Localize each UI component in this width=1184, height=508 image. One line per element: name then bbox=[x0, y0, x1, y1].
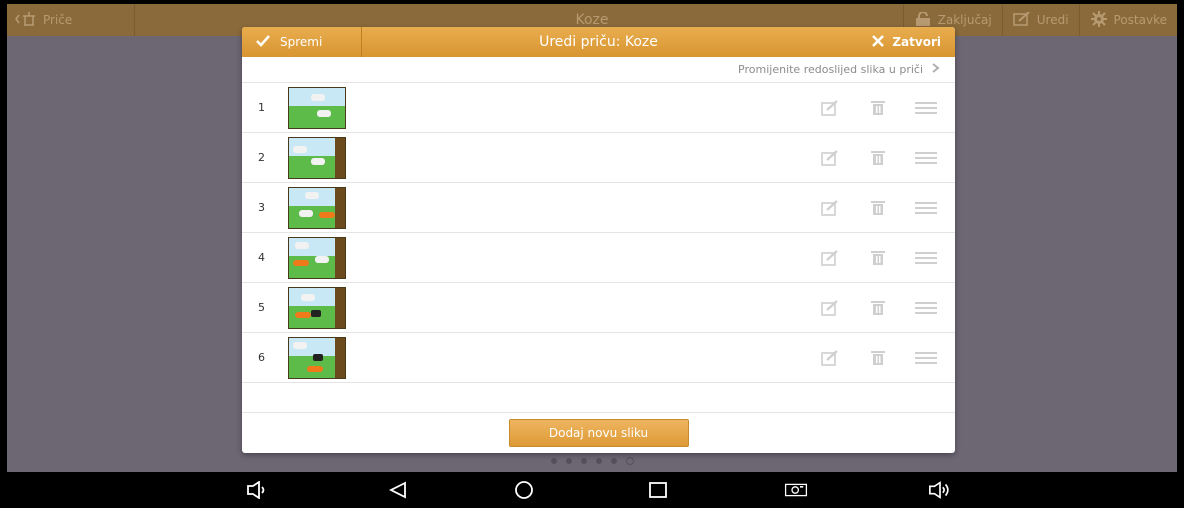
edit-button[interactable]: Uredi bbox=[1001, 4, 1079, 36]
image-number: 5 bbox=[258, 301, 265, 314]
trash-icon[interactable] bbox=[865, 150, 891, 166]
image-number: 2 bbox=[258, 151, 265, 164]
image-thumbnail[interactable] bbox=[288, 286, 346, 329]
image-list: 1 2 3 4 5 6 bbox=[242, 83, 955, 383]
save-button[interactable]: Spremi bbox=[242, 27, 362, 57]
list-spacer bbox=[242, 383, 955, 413]
trash-icon[interactable] bbox=[865, 200, 891, 216]
page-dot bbox=[580, 458, 587, 464]
back-nav-icon[interactable] bbox=[386, 480, 410, 500]
lock-icon bbox=[914, 10, 932, 29]
edit-story-dialog: Spremi Uredi priču: Koze Zatvori Promije… bbox=[242, 27, 955, 453]
back-icon bbox=[15, 11, 37, 29]
edit-icon[interactable] bbox=[817, 299, 843, 316]
drag-handle-icon[interactable] bbox=[913, 251, 939, 265]
edit-icon[interactable] bbox=[817, 249, 843, 266]
drag-handle-icon[interactable] bbox=[913, 151, 939, 165]
image-number: 6 bbox=[258, 351, 265, 364]
volume-up-icon[interactable] bbox=[928, 480, 952, 500]
drag-handle-icon[interactable] bbox=[913, 351, 939, 365]
recent-apps-icon[interactable] bbox=[646, 480, 670, 500]
close-icon bbox=[872, 34, 885, 50]
page-dot bbox=[550, 458, 557, 464]
image-thumbnail[interactable] bbox=[288, 236, 346, 279]
settings-label: Postavke bbox=[1113, 13, 1167, 27]
edit-label: Uredi bbox=[1036, 13, 1069, 27]
page-indicator bbox=[7, 457, 1177, 465]
image-thumbnail[interactable] bbox=[288, 336, 346, 379]
back-button[interactable]: Priče bbox=[7, 4, 135, 36]
back-label: Priče bbox=[43, 13, 73, 27]
close-button[interactable]: Zatvori bbox=[858, 27, 955, 57]
image-thumbnail[interactable] bbox=[288, 136, 346, 179]
image-number: 3 bbox=[258, 201, 265, 214]
list-item: 2 bbox=[242, 133, 955, 183]
drag-handle-icon[interactable] bbox=[913, 101, 939, 115]
checkmark-icon bbox=[256, 34, 270, 50]
reorder-hint[interactable]: Promijenite redoslijed slika u priči bbox=[242, 57, 955, 83]
volume-down-icon[interactable] bbox=[245, 480, 269, 500]
list-item: 5 bbox=[242, 283, 955, 333]
edit-icon[interactable] bbox=[817, 349, 843, 366]
system-nav-bar bbox=[0, 472, 1184, 508]
save-label: Spremi bbox=[280, 35, 323, 49]
image-number: 4 bbox=[258, 251, 265, 264]
lock-label: Zaključaj bbox=[937, 13, 992, 27]
gear-icon bbox=[1090, 10, 1108, 30]
list-item: 6 bbox=[242, 333, 955, 383]
edit-icon[interactable] bbox=[817, 149, 843, 166]
drag-handle-icon[interactable] bbox=[913, 201, 939, 215]
trash-icon[interactable] bbox=[865, 350, 891, 366]
home-icon[interactable] bbox=[512, 480, 536, 500]
page-dot-current bbox=[625, 457, 634, 465]
close-label: Zatvori bbox=[892, 35, 941, 49]
edit-icon[interactable] bbox=[817, 99, 843, 116]
trash-icon[interactable] bbox=[865, 250, 891, 266]
edit-icon bbox=[1012, 10, 1031, 29]
screenshot-icon[interactable] bbox=[784, 480, 808, 500]
edit-icon[interactable] bbox=[817, 199, 843, 216]
image-thumbnail[interactable] bbox=[288, 86, 346, 129]
add-image-button[interactable]: Dodaj novu sliku bbox=[508, 419, 689, 447]
list-item: 3 bbox=[242, 183, 955, 233]
trash-icon[interactable] bbox=[865, 100, 891, 116]
drag-handle-icon[interactable] bbox=[913, 301, 939, 315]
page-dot bbox=[610, 458, 617, 464]
list-item: 1 bbox=[242, 83, 955, 133]
list-item: 4 bbox=[242, 233, 955, 283]
reorder-hint-label: Promijenite redoslijed slika u priči bbox=[738, 63, 923, 76]
image-number: 1 bbox=[258, 101, 265, 114]
page-dot bbox=[565, 458, 572, 464]
trash-icon[interactable] bbox=[865, 300, 891, 316]
chevron-right-icon bbox=[931, 63, 941, 76]
settings-button[interactable]: Postavke bbox=[1078, 4, 1177, 36]
image-thumbnail[interactable] bbox=[288, 186, 346, 229]
page-dot bbox=[595, 458, 602, 464]
dialog-header: Spremi Uredi priču: Koze Zatvori bbox=[242, 27, 955, 57]
